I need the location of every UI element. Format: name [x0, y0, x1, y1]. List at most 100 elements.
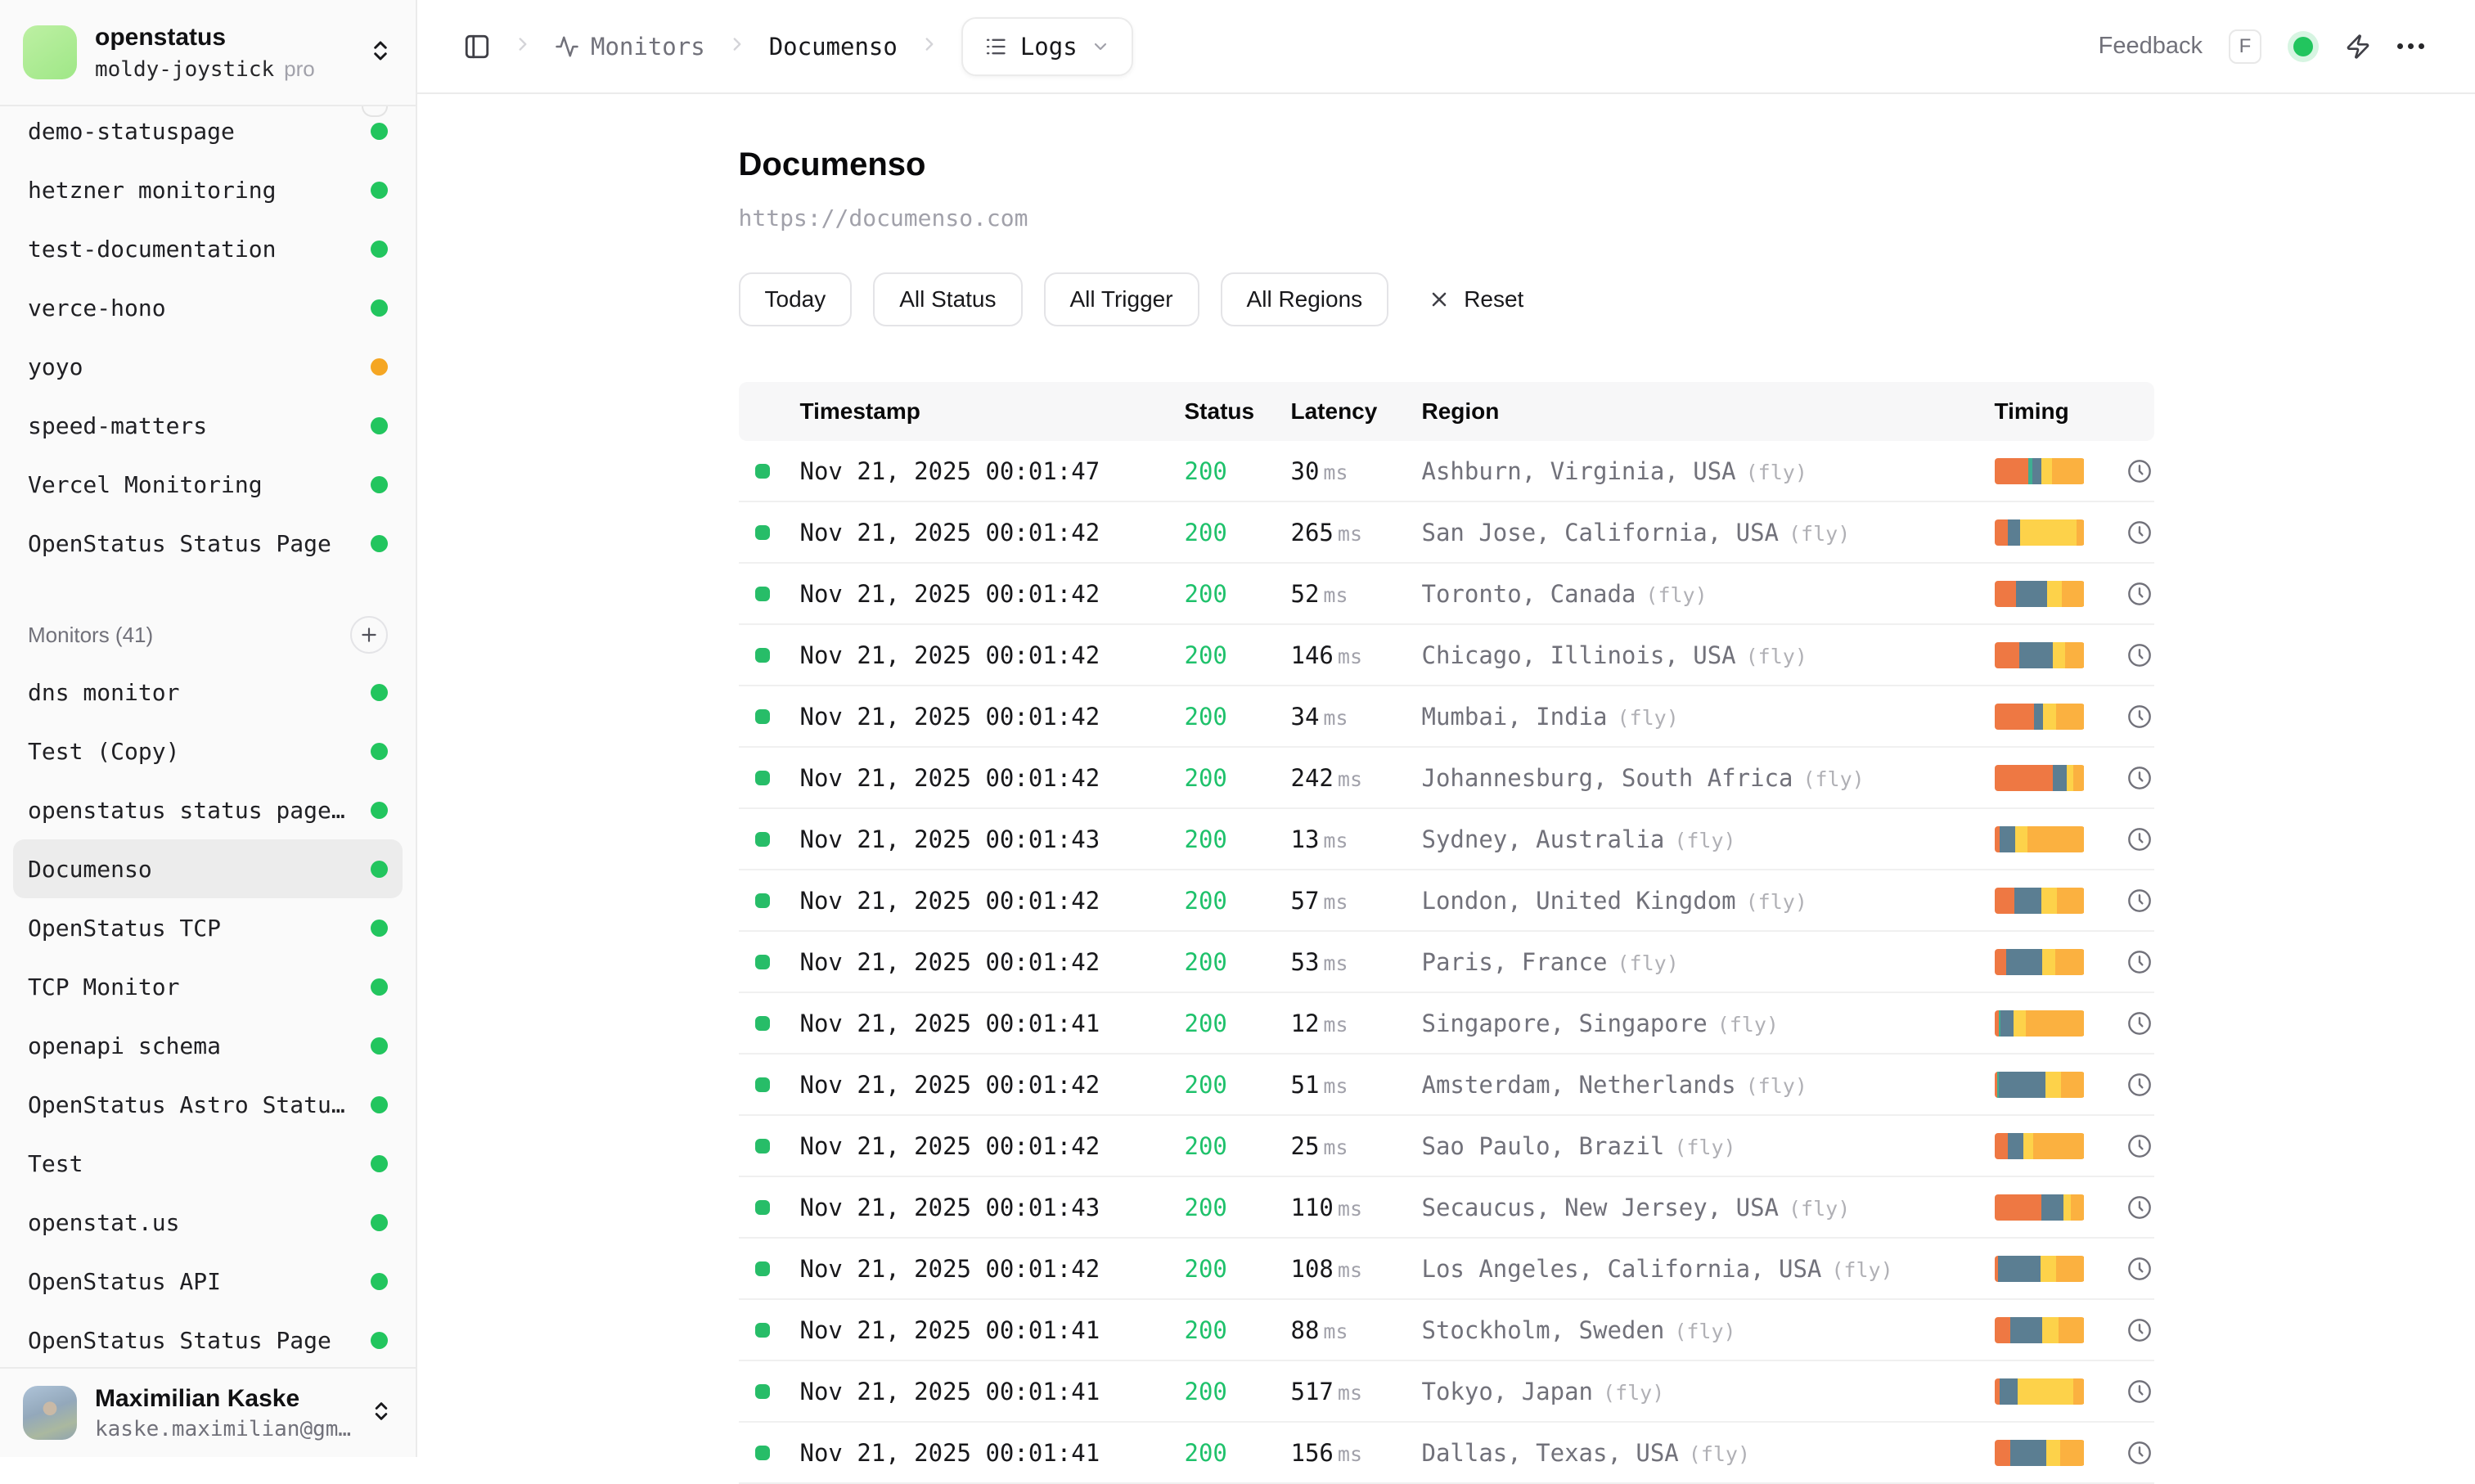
log-row[interactable]: Nov 21, 2025 00:01:42200108msLos Angeles… [739, 1239, 2154, 1300]
timing-bar[interactable] [1995, 642, 2085, 668]
timing-details-button[interactable] [2122, 1440, 2154, 1466]
log-row[interactable]: Nov 21, 2025 00:01:42200265msSan Jose, C… [739, 502, 2154, 564]
sidebar-monitor-openstatus-status-page[interactable]: OpenStatus Status Page [13, 1311, 403, 1367]
timing-details-button[interactable] [2122, 888, 2154, 914]
timing-bar[interactable] [1995, 765, 2085, 791]
timing-details-button[interactable] [2122, 765, 2154, 791]
sidebar-page-yoyo[interactable]: yoyo [13, 337, 403, 396]
timing-details-button[interactable] [2122, 458, 2154, 484]
sidebar-monitor-openstat-us[interactable]: openstat.us [13, 1193, 403, 1252]
timestamp-cell: Nov 21, 2025 00:01:42 [800, 948, 1185, 976]
view-selector-logs[interactable]: Logs [961, 17, 1133, 76]
timing-segment-tls [2008, 1133, 2023, 1159]
timing-bar[interactable] [1995, 519, 2085, 546]
timing-details-button[interactable] [2122, 1133, 2154, 1159]
timing-bar[interactable] [1995, 1317, 2085, 1343]
log-row[interactable]: Nov 21, 2025 00:01:4220025msSao Paulo, B… [739, 1116, 2154, 1177]
breadcrumb-documenso[interactable]: Documenso [769, 33, 898, 61]
col-timing[interactable]: Timing [1995, 398, 2122, 425]
sidebar-monitor-openapi-schema[interactable]: openapi schema [13, 1016, 403, 1075]
log-row[interactable]: Nov 21, 2025 00:01:4220053msParis, Franc… [739, 932, 2154, 993]
timing-segment-dns [1995, 1194, 2041, 1221]
timing-bar[interactable] [1995, 1256, 2085, 1282]
success-indicator [755, 771, 770, 785]
timing-details-button[interactable] [2122, 642, 2154, 668]
timing-bar[interactable] [1995, 704, 2085, 730]
sidebar-monitor-documenso[interactable]: Documenso [13, 839, 403, 898]
sidebar-page-test-documentation[interactable]: test-documentation [13, 219, 403, 278]
timing-bar[interactable] [1995, 1378, 2085, 1405]
sidebar-monitor-openstatus-api[interactable]: OpenStatus API [13, 1252, 403, 1311]
sidebar-page-hetzner-monitoring[interactable]: hetzner monitoring [13, 160, 403, 219]
timing-bar[interactable] [1995, 1133, 2085, 1159]
filter-trigger[interactable]: All Trigger [1044, 272, 1199, 326]
success-indicator [755, 525, 770, 540]
add-monitor-button[interactable] [350, 616, 388, 654]
log-row[interactable]: Nov 21, 2025 00:01:41200517msTokyo, Japa… [739, 1361, 2154, 1423]
log-row[interactable]: Nov 21, 2025 00:01:4220034msMumbai, Indi… [739, 686, 2154, 748]
timing-details-button[interactable] [2122, 1317, 2154, 1343]
log-row[interactable]: Nov 21, 2025 00:01:41200156msDallas, Tex… [739, 1423, 2154, 1484]
command-button[interactable] [2345, 34, 2371, 60]
user-menu[interactable]: Maximilian Kaske kaske.maximilian@gmail… [0, 1367, 416, 1457]
sidebar-monitor-test[interactable]: Test [13, 1134, 403, 1193]
timing-details-button[interactable] [2122, 1010, 2154, 1037]
sidebar-monitor-test-copy[interactable]: Test (Copy) [13, 722, 403, 780]
timing-details-button[interactable] [2122, 1072, 2154, 1098]
system-status-indicator[interactable] [2288, 31, 2319, 62]
sidebar-page-speed-matters[interactable]: speed-matters [13, 396, 403, 455]
timing-bar[interactable] [1995, 826, 2085, 852]
breadcrumb-monitors[interactable]: Monitors [555, 33, 705, 61]
timing-details-button[interactable] [2122, 1378, 2154, 1405]
timing-bar[interactable] [1995, 458, 2085, 484]
log-row[interactable]: Nov 21, 2025 00:01:4120012msSingapore, S… [739, 993, 2154, 1055]
log-row[interactable]: Nov 21, 2025 00:01:4720030msAshburn, Vir… [739, 441, 2154, 502]
timing-bar[interactable] [1995, 1010, 2085, 1037]
feedback-link[interactable]: Feedback [2099, 33, 2203, 60]
workspace-names: openstatus moldy-joystick pro [95, 24, 315, 82]
log-row[interactable]: Nov 21, 2025 00:01:42200146msChicago, Il… [739, 625, 2154, 686]
timing-bar[interactable] [1995, 581, 2085, 607]
col-region[interactable]: Region [1422, 398, 1995, 425]
log-row[interactable]: Nov 21, 2025 00:01:4220052msToronto, Can… [739, 564, 2154, 625]
sidebar-page-vercel-monitoring[interactable]: Vercel Monitoring [13, 455, 403, 514]
timing-bar[interactable] [1995, 1072, 2085, 1098]
more-options-button[interactable] [2397, 43, 2424, 49]
timing-details-button[interactable] [2122, 949, 2154, 975]
log-row[interactable]: Nov 21, 2025 00:01:4220051msAmsterdam, N… [739, 1055, 2154, 1116]
sidebar-monitor-dns-monitor[interactable]: dns monitor [13, 663, 403, 722]
timing-details-button[interactable] [2122, 581, 2154, 607]
timing-details-button[interactable] [2122, 519, 2154, 546]
log-row[interactable]: Nov 21, 2025 00:01:4120088msStockholm, S… [739, 1300, 2154, 1361]
sidebar-monitor-openstatus-astro-statu[interactable]: OpenStatus Astro Statu… [13, 1075, 403, 1134]
workspace-switcher[interactable]: openstatus moldy-joystick pro [0, 0, 416, 106]
filter-date[interactable]: Today [739, 272, 853, 326]
log-row[interactable]: Nov 21, 2025 00:01:4320013msSydney, Aust… [739, 809, 2154, 870]
timing-details-button[interactable] [2122, 826, 2154, 852]
sidebar-page-verce-hono[interactable]: verce-hono [13, 278, 403, 337]
sidebar-monitor-openstatus-status-page[interactable]: openstatus status page… [13, 780, 403, 839]
filter-regions[interactable]: All Regions [1221, 272, 1389, 326]
timing-bar[interactable] [1995, 1194, 2085, 1221]
sidebar-monitor-tcp-monitor[interactable]: TCP Monitor [13, 957, 403, 1016]
timing-bar[interactable] [1995, 949, 2085, 975]
sidebar-page-demo-statuspage[interactable]: demo-statuspage [13, 106, 403, 160]
reset-filters-button[interactable]: Reset [1410, 272, 1541, 326]
filter-status[interactable]: All Status [873, 272, 1022, 326]
timing-details-button[interactable] [2122, 1256, 2154, 1282]
col-timestamp[interactable]: Timestamp [800, 398, 1185, 425]
log-row[interactable]: Nov 21, 2025 00:01:42200242msJohannesbur… [739, 748, 2154, 809]
sidebar-monitor-openstatus-tcp[interactable]: OpenStatus TCP [13, 898, 403, 957]
timing-details-button[interactable] [2122, 704, 2154, 730]
sidebar-toggle-button[interactable] [463, 33, 491, 61]
log-row[interactable]: Nov 21, 2025 00:01:43200110msSecaucus, N… [739, 1177, 2154, 1239]
timing-details-button[interactable] [2122, 1194, 2154, 1221]
timing-bar[interactable] [1995, 888, 2085, 914]
success-indicator [755, 1139, 770, 1153]
timing-bar[interactable] [1995, 1440, 2085, 1466]
col-status[interactable]: Status [1185, 398, 1291, 425]
log-row[interactable]: Nov 21, 2025 00:01:4220057msLondon, Unit… [739, 870, 2154, 932]
col-latency[interactable]: Latency [1291, 398, 1422, 425]
sidebar-page-openstatus-status-page[interactable]: OpenStatus Status Page [13, 514, 403, 573]
sidebar-scroll-area[interactable]: demo-statuspagehetzner monitoringtest-do… [0, 106, 416, 1367]
